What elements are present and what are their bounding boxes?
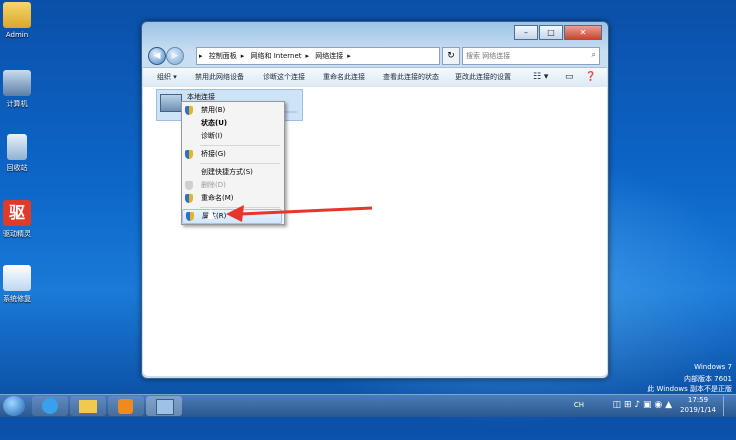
start-button[interactable]	[3, 396, 25, 416]
clock-time[interactable]: 17:59	[678, 396, 718, 404]
taskbar-ie-icon[interactable]	[32, 396, 68, 416]
language-indicator[interactable]: CH	[574, 401, 584, 409]
show-desktop-button[interactable]	[723, 396, 732, 416]
clock-date[interactable]: 2019/1/14	[678, 406, 718, 414]
taskbar-explorer-icon[interactable]	[70, 396, 106, 416]
watermark-line1: Windows 7	[694, 363, 732, 371]
taskbar-media-player-icon[interactable]	[108, 396, 144, 416]
tray-icons[interactable]: ◫ ⊞ ♪ ▣ ◉ ▲	[613, 400, 672, 410]
watermark-line2: 内部版本 7601	[683, 375, 732, 383]
taskbar: CH ◫ ⊞ ♪ ▣ ◉ ▲ 17:59 2019/1/14	[0, 394, 736, 417]
annotation-arrow-icon	[226, 205, 373, 222]
watermark-line3: 此 Windows 副本不是正版	[647, 385, 732, 393]
taskbar-network-window-icon[interactable]	[146, 396, 182, 416]
